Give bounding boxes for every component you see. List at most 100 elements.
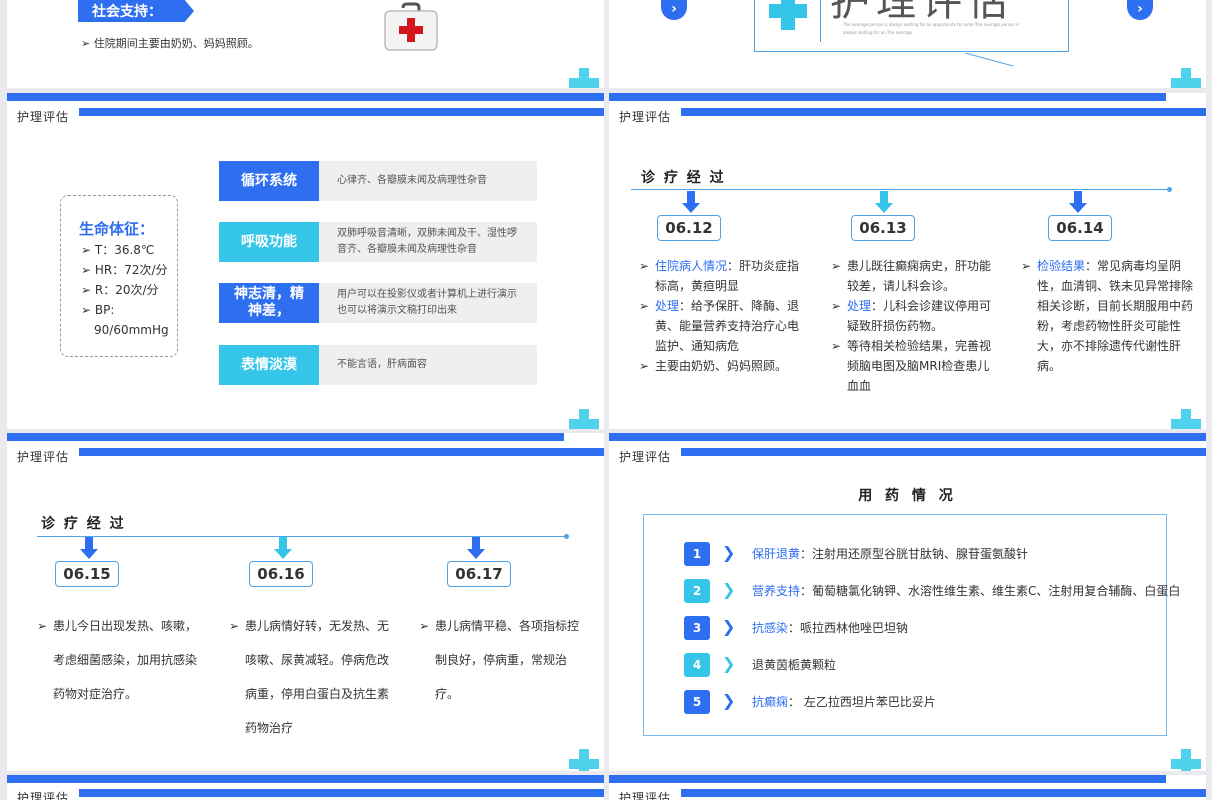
system-desc-consciousness: 用户可以在投影仪或者计算机上进行演示也可以将演示文稿打印出来 — [319, 283, 537, 323]
title-small-text-1: The average person is always waiting for… — [843, 22, 1020, 27]
timeline-line — [37, 536, 565, 537]
medication-item: 营养支持：葡萄糖氯化钠钾、水溶性维生素、维生素C、注射用复合辅酶、白蛋白 — [752, 584, 1181, 598]
item-number: 1 — [684, 542, 710, 566]
medication-item: 抗感染：哌拉西林他唑巴坦钠 — [752, 621, 909, 635]
section-title: 诊 疗 经 过 — [41, 516, 126, 532]
arrow-down-icon — [1069, 191, 1087, 213]
list-item: ➢ 检验结果：常见病毒均呈阴性，血清铜、铁未见异常排除相关诊断，目前长期服用中药粉… — [1021, 259, 1194, 373]
header-bar — [7, 775, 604, 783]
header-label: 护理评估 — [17, 110, 70, 124]
vital-item: ➢ HR：72次/分 — [81, 263, 168, 277]
vital-item: 90/60mmHg — [94, 323, 169, 337]
arrow-down-icon — [682, 191, 700, 213]
slide-vital-signs: 护理评估 生命体征： ➢ T：36.8℃ ➢ HR：72次/分 ➢ R：20次/… — [7, 93, 604, 429]
arrow-down-icon — [875, 191, 893, 213]
list-item: ➢ 处理：给予保肝、降酶、退黄、能量营养支持治疗心电监护、通知病危 — [639, 299, 800, 353]
chevron-right-icon: ❯ — [722, 691, 736, 710]
title-small-text-2: always waiting for an.The average. — [843, 30, 914, 35]
chevron-right-icon: ❯ — [722, 543, 736, 562]
system-box-expression: 表情淡漠 — [219, 345, 319, 385]
date-box: 06.16 — [249, 561, 313, 587]
item-number: 5 — [684, 690, 710, 714]
header-bar — [7, 93, 604, 101]
vitals-card: 生命体征： ➢ T：36.8℃ ➢ HR：72次/分 ➢ R：20次/分 ➢ B… — [60, 195, 178, 357]
title-text: 护理评估 — [830, 0, 1014, 20]
column-1: ➢ 住院病人情况：肝功炎症指标高，黄疸明显 ➢ 处理：给予保肝、降酶、退黄、能量营养… — [639, 256, 807, 376]
social-support-line: ➢ 住院期间主要由奶奶、妈妈照顾。 — [81, 37, 259, 50]
title-frame: 护理评估 The average person is always waitin… — [754, 0, 1069, 52]
column-2: ➢ 患儿既往癫痫病史，肝功能较差，请儿科会诊。 ➢ 处理：儿科会诊建议停用可疑致肝损… — [831, 256, 1001, 396]
title-divider — [820, 0, 821, 42]
list-item: ➢ 患儿今日出现发热、咳嗽，考虑细菌感染，加用抗感染药物对症治疗。 — [37, 619, 198, 701]
section-title: 用 药 情 况 — [858, 488, 957, 504]
list-item: ➢ 患儿病情平稳、各项指标控制良好，停病重，常规治疗。 — [419, 619, 580, 701]
plus-decoration-icon — [569, 68, 599, 88]
chevron-right-icon: ❯ — [722, 654, 736, 673]
header-bar — [609, 433, 1206, 441]
item-number: 4 — [684, 653, 710, 677]
slide-treatment-2: 护理评估 诊 疗 经 过 06.15 06.16 06.17 ➢ 患儿今日出现发热… — [7, 433, 604, 771]
system-desc-expression: 不能言语，肝病面容 — [319, 345, 537, 385]
list-item: ➢ 主要由奶奶、妈妈照顾。 — [639, 359, 788, 373]
vitals-title: 生命体征： — [79, 220, 155, 238]
header-label: 护理评估 — [17, 450, 70, 464]
header-label: 护理评估 — [17, 791, 70, 800]
header-bar-secondary — [681, 448, 1206, 456]
slide-social-support: 社会支持： ➢ 住院期间主要由奶奶、妈妈照顾。 — [7, 0, 604, 88]
date-box: 06.17 — [447, 561, 511, 587]
medication-item: 保肝退黄：注射用还原型谷胱甘肽钠、腺苷蛋氨酸针 — [752, 547, 1029, 561]
system-desc-respiration: 双肺呼吸音清晰，双肺未闻及干、湿性啰音齐、各瓣膜未闻及病理性杂音 — [319, 222, 537, 262]
nav-right-button[interactable]: › — [1127, 0, 1153, 20]
vital-item: ➢ T：36.8℃ — [81, 243, 155, 257]
timeline-end-dot — [564, 534, 569, 539]
plus-decoration-icon — [569, 749, 599, 771]
plus-decoration-icon — [1171, 409, 1201, 429]
system-box-circulation: 循环系统 — [219, 161, 319, 201]
title-frame-tail — [964, 52, 1017, 67]
arrow-down-icon — [274, 537, 292, 559]
slide-next-left-partial: 护理评估 — [7, 775, 604, 800]
medication-card: 1 ❯ 保肝退黄：注射用还原型谷胱甘肽钠、腺苷蛋氨酸针 2 ❯ 营养支持：葡萄糖… — [643, 514, 1180, 736]
header-label: 护理评估 — [619, 110, 672, 124]
medication-item: 抗癫痫： 左乙拉西坦片苯巴比妥片 — [752, 695, 936, 709]
system-box-consciousness: 神志清，精神差， — [219, 283, 319, 323]
vital-item: ➢ BP: — [81, 303, 115, 317]
date-box: 06.12 — [657, 215, 721, 241]
medication-item: 退黄茵栀黄颗粒 — [752, 658, 837, 672]
header-bar-secondary — [681, 108, 1206, 116]
date-box: 06.14 — [1048, 215, 1112, 241]
slide-title-nursing: › 护理评估 The average person is always wait… — [609, 0, 1206, 88]
arrow-down-icon — [467, 537, 485, 559]
social-support-tag: 社会支持： — [78, 0, 194, 22]
first-aid-kit-icon — [383, 2, 439, 52]
timeline-line — [631, 189, 1169, 190]
header-label: 护理评估 — [619, 791, 672, 800]
header-bar-secondary — [79, 108, 604, 116]
section-title: 诊 疗 经 过 — [641, 170, 726, 186]
plus-decoration-icon — [1171, 749, 1201, 771]
list-item: ➢ 患儿既往癫痫病史，肝功能较差，请儿科会诊。 — [831, 259, 992, 293]
header-bar — [609, 775, 1166, 783]
header-bar-secondary — [79, 448, 604, 456]
header-bar-secondary — [681, 789, 1206, 797]
date-box: 06.13 — [851, 215, 915, 241]
date-box: 06.15 — [55, 561, 119, 587]
slide-medication: 护理评估 用 药 情 况 1 ❯ 保肝退黄：注射用还原型谷胱甘肽钠、腺苷蛋氨酸针… — [609, 433, 1206, 771]
plus-decoration-icon — [569, 409, 599, 429]
item-number: 3 — [684, 616, 710, 640]
system-box-respiration: 呼吸功能 — [219, 222, 319, 262]
item-number: 2 — [684, 579, 710, 603]
slide-next-right-partial: 护理评估 — [609, 775, 1206, 800]
plus-decoration-icon — [1171, 68, 1201, 88]
list-item: ➢ 等待相关检验结果，完善视频脑电图及脑MRI检查患儿血血 — [831, 339, 992, 393]
column-3: ➢ 检验结果：常见病毒均呈阴性，血清铜、铁未见异常排除相关诊断，目前长期服用中药粉… — [1021, 256, 1197, 376]
arrow-down-icon — [80, 537, 98, 559]
list-item: ➢ 患儿病情好转，无发热、无咳嗽、尿黄减轻。停病危改病重，停用白蛋白及抗生素药物治… — [229, 619, 390, 735]
timeline-end-dot — [1167, 187, 1172, 192]
nav-left-button[interactable]: › — [661, 0, 687, 20]
cross-icon — [769, 0, 807, 30]
vital-item: ➢ R：20次/分 — [81, 283, 159, 297]
chevron-right-icon: ❯ — [722, 580, 736, 599]
list-item: ➢ 住院病人情况：肝功炎症指标高，黄疸明显 — [639, 259, 800, 293]
header-bar — [7, 433, 564, 441]
